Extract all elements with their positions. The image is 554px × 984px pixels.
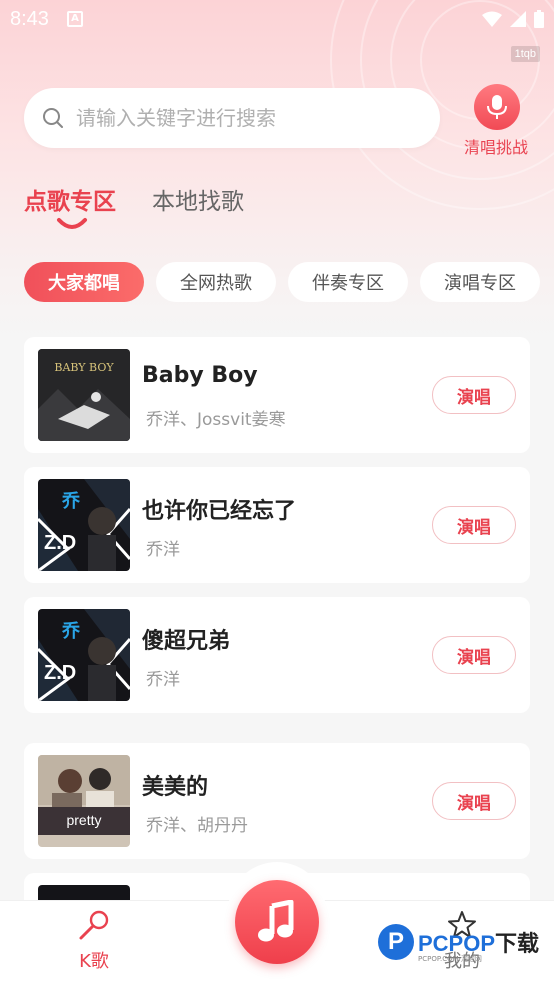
chip-performance[interactable]: 演唱专区 bbox=[420, 262, 540, 302]
svg-text:乔: 乔 bbox=[61, 621, 81, 642]
karaoke-mic-icon bbox=[79, 910, 109, 940]
svg-text:Z.D: Z.D bbox=[44, 662, 76, 684]
pcpop-logo-icon: P bbox=[378, 924, 414, 960]
acapella-challenge[interactable]: 清唱挑战 bbox=[464, 84, 530, 158]
svg-text:乔: 乔 bbox=[61, 491, 81, 512]
category-chips: 大家都唱 全网热歌 伴奏专区 演唱专区 bbox=[24, 262, 540, 302]
song-title: Baby Boy bbox=[142, 363, 258, 388]
album-cover: 乔 Z.D bbox=[38, 479, 130, 571]
status-bar: 8:43 A bbox=[0, 0, 554, 38]
search-input[interactable] bbox=[76, 106, 406, 130]
song-artist: 乔洋、Jossvit姜寒 bbox=[146, 410, 286, 430]
tab-song-request[interactable]: 点歌专区 bbox=[24, 182, 116, 216]
pcpop-watermark: P PCPOP下载 PCPOP.COM·泡泡网 bbox=[378, 924, 539, 963]
music-note-icon bbox=[258, 900, 294, 942]
sing-button[interactable]: 演唱 bbox=[432, 636, 516, 674]
album-cover: 乔 Z.D bbox=[38, 609, 130, 701]
notification-a-icon: A bbox=[66, 11, 83, 27]
album-cover: BABY BOY bbox=[38, 349, 130, 441]
song-card[interactable]: 乔 Z.D 也许你已经忘了 乔洋 演唱 bbox=[24, 467, 530, 583]
chip-hot-songs[interactable]: 全网热歌 bbox=[156, 262, 276, 302]
song-artist: 乔洋 bbox=[146, 670, 180, 690]
chip-everyone-sings[interactable]: 大家都唱 bbox=[24, 262, 144, 302]
svg-text:BABY BOY: BABY BOY bbox=[54, 361, 114, 374]
chip-accompaniment[interactable]: 伴奏专区 bbox=[288, 262, 408, 302]
mic-label: 清唱挑战 bbox=[463, 138, 528, 157]
battery-icon bbox=[534, 10, 544, 28]
search-bar[interactable] bbox=[24, 88, 440, 148]
status-time: 8:43 bbox=[10, 7, 49, 30]
sing-button[interactable]: 演唱 bbox=[432, 782, 516, 820]
nav-karaoke-label: K歌 bbox=[79, 951, 109, 972]
album-art-baby-boy: BABY BOY bbox=[38, 349, 130, 441]
main-tabs: 点歌专区 本地找歌 bbox=[24, 182, 244, 216]
microphone-icon bbox=[487, 95, 507, 119]
sing-button[interactable]: 演唱 bbox=[432, 506, 516, 544]
album-art-zd: 乔 Z.D bbox=[38, 609, 130, 701]
song-title: 也许你已经忘了 bbox=[142, 499, 297, 524]
watermark-subtext: PCPOP.COM·泡泡网 bbox=[418, 955, 482, 963]
song-title: 美美的 bbox=[142, 775, 209, 800]
svg-text:pretty: pretty bbox=[66, 812, 101, 828]
status-icons bbox=[482, 10, 544, 28]
song-card[interactable]: BABY BOY Baby Boy 乔洋、Jossvit姜寒 演唱 bbox=[24, 337, 530, 453]
wifi-icon bbox=[482, 11, 502, 27]
search-icon bbox=[43, 108, 63, 128]
song-artist: 乔洋 bbox=[146, 540, 180, 560]
song-card[interactable]: pretty 美美的 乔洋、胡丹丹 演唱 bbox=[24, 743, 530, 859]
active-tab-indicator bbox=[57, 218, 87, 229]
tab-local-search[interactable]: 本地找歌 bbox=[152, 182, 244, 216]
svg-text:Z.D: Z.D bbox=[44, 532, 76, 554]
song-artist: 乔洋、胡丹丹 bbox=[146, 816, 248, 836]
song-card[interactable]: 乔 Z.D 傻超兄弟 乔洋 演唱 bbox=[24, 597, 530, 713]
mic-button[interactable] bbox=[474, 84, 520, 130]
album-art-pretty: pretty bbox=[38, 755, 130, 847]
album-cover: pretty bbox=[38, 755, 130, 847]
album-art-zd: 乔 Z.D bbox=[38, 479, 130, 571]
sing-button[interactable]: 演唱 bbox=[432, 376, 516, 414]
debug-badge: 1tqb bbox=[510, 46, 540, 62]
song-title: 傻超兄弟 bbox=[142, 629, 231, 654]
signal-icon bbox=[510, 11, 526, 27]
music-center-button[interactable] bbox=[235, 880, 319, 964]
nav-karaoke[interactable]: K歌 bbox=[72, 909, 116, 973]
